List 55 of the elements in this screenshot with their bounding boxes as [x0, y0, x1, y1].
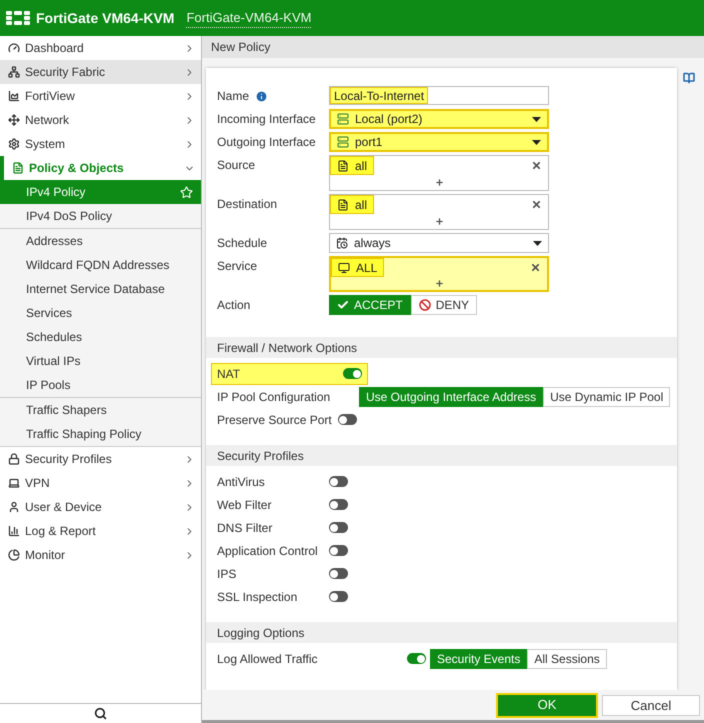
setting-label: DNS Filter	[217, 520, 274, 536]
dropdown-field[interactable]: port1	[329, 132, 549, 152]
entry-chip[interactable]: all	[330, 156, 374, 175]
sidebar-subitem[interactable]: IPv4 DoS Policy	[0, 204, 201, 228]
section-title: Security Profiles	[217, 448, 304, 464]
sidebar-subitem[interactable]: Virtual IPs	[0, 349, 201, 373]
setting-label: Web Filter	[217, 496, 272, 514]
option-button[interactable]: Use Outgoing Interface Address	[359, 386, 544, 406]
field-label: Name	[217, 88, 250, 105]
section-title: Logging Options	[217, 624, 304, 642]
sidebar-subitem[interactable]: Internet Service Database	[0, 277, 201, 301]
multi-select-field[interactable]: all	[329, 194, 549, 230]
field-label: Incoming Interface	[217, 111, 316, 128]
sidebar-subitem[interactable]: Wildcard FQDN Addresses	[0, 253, 201, 277]
product-name: FortiGate VM64-KVM	[36, 8, 174, 28]
entry-chip[interactable]: ALL	[331, 258, 384, 277]
dropdown-field[interactable]: always	[329, 233, 549, 253]
sidebar-subitem[interactable]: Services	[0, 301, 201, 325]
sidebar-subitem[interactable]: Schedules	[0, 325, 201, 349]
cancel-button[interactable]: Cancel	[602, 694, 700, 716]
setting-label: Preserve Source Port	[217, 412, 332, 428]
option-button[interactable]: All Sessions	[527, 648, 607, 668]
hostname-link[interactable]: FortiGate-VM64-KVM	[186, 8, 312, 28]
field-value: Local-To-Internet	[330, 87, 428, 104]
field-label: Schedule	[217, 235, 268, 252]
option-button[interactable]: Security Events	[430, 648, 528, 668]
setting-label: Log Allowed Traffic	[217, 650, 319, 668]
setting-label: IPS	[217, 566, 238, 582]
setting-label: SSL Inspection	[217, 588, 298, 606]
setting-label: IP Pool Configuration	[217, 388, 332, 406]
sidebar-subitem[interactable]: IPv4 Policy	[0, 180, 201, 204]
sidebar-subitem[interactable]: Traffic Shapers	[0, 398, 201, 422]
multi-select-field[interactable]: ALL	[329, 256, 549, 292]
ok-button[interactable]: OK	[498, 694, 596, 716]
setting-label: Application Control	[217, 542, 319, 560]
entry-chip[interactable]: all	[330, 195, 374, 214]
field-label: Destination	[217, 196, 278, 213]
field-label: Source	[217, 157, 256, 174]
sidebar-subitem[interactable]: Addresses	[0, 229, 201, 253]
field-label: Action	[217, 297, 250, 314]
setting-label: AntiVirus	[217, 474, 266, 490]
dropdown-field[interactable]: Local (port2)	[329, 109, 549, 129]
name-field[interactable]: Local-To-Internet	[329, 86, 549, 105]
sidebar-item[interactable]: Security Fabric	[0, 60, 201, 84]
field-label: Outgoing Interface	[217, 134, 316, 151]
setting-label: NAT	[217, 366, 242, 382]
multi-select-field[interactable]: all	[329, 155, 549, 191]
option-button[interactable]: Use Dynamic IP Pool	[543, 386, 670, 406]
page-title: New Policy	[211, 39, 270, 56]
section-title: Firewall / Network Options	[217, 340, 358, 356]
action-button[interactable]: ACCEPT	[329, 295, 411, 315]
sidebar-subitem[interactable]: IP Pools	[0, 373, 201, 397]
action-button[interactable]: DENY	[410, 295, 478, 315]
field-label: Service	[217, 258, 258, 275]
sidebar-subitem[interactable]: Traffic Shaping Policy	[0, 422, 201, 446]
